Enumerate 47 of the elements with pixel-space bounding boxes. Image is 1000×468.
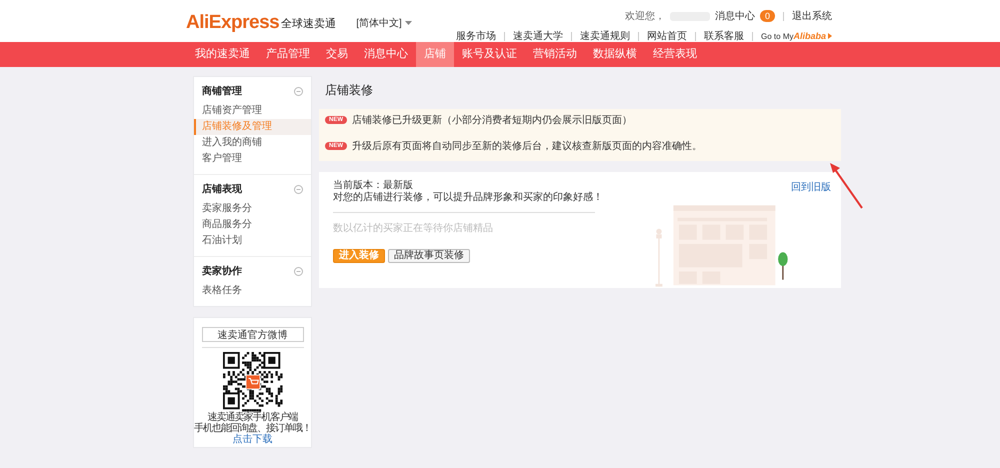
collapse-icon[interactable] — [294, 184, 303, 194]
logout-link[interactable]: 退出系统 — [792, 9, 832, 23]
sidebar-item[interactable]: 表格任务 — [194, 283, 311, 299]
sidebar-item[interactable]: 石油计划 — [194, 233, 311, 249]
version-text: 当前版本：最新版 — [333, 180, 414, 192]
sidebar-item[interactable]: 进入我的商铺 — [194, 135, 311, 151]
nav-tab[interactable]: 数据纵横 — [585, 42, 645, 67]
header-link[interactable]: 速卖通规则 — [580, 29, 630, 43]
collapse-icon[interactable] — [294, 86, 303, 96]
caret-icon — [404, 21, 412, 25]
weibo-button[interactable]: 速卖通官方微博 — [202, 327, 304, 342]
sidebar-item[interactable]: 客户管理 — [194, 151, 311, 167]
nav-tab[interactable]: 我的速卖通 — [187, 42, 258, 67]
welcome-text: 欢迎您， — [624, 10, 665, 23]
notice-text: 升级后原有页面将自动同步至新的装修后台，建议核查新版页面的内容准确性。 — [352, 140, 702, 153]
sidebar-item[interactable]: 卖家服务分 — [194, 201, 311, 217]
messages-link[interactable]: 消息中心 — [714, 9, 755, 23]
promo-text: 速卖通卖家手机客户端 — [208, 412, 298, 423]
collapse-icon[interactable] — [294, 266, 303, 276]
menu-group-title: 店铺表现 — [202, 182, 242, 196]
download-link[interactable]: 点击下载 — [232, 434, 272, 445]
nav-tab[interactable]: 营销活动 — [525, 42, 585, 67]
logo-subtitle: 全球速卖通 — [281, 16, 336, 30]
message-count: 0 — [760, 10, 775, 22]
nav-tab[interactable]: 产品管理 — [258, 42, 318, 67]
promo-text: 手机也能回询盘、接订单哦！ — [194, 423, 311, 434]
tagline-text: 数以亿计的买家正在等待你店铺精品 — [333, 222, 494, 235]
nav-tab[interactable]: 经营表现 — [645, 42, 705, 67]
language-selector[interactable]: [简体中文] — [356, 16, 412, 30]
header-link[interactable]: 服务市场 — [456, 29, 496, 43]
sidebar-item[interactable]: 店铺资产管理 — [194, 103, 311, 119]
header-link[interactable]: 联系客服 — [704, 29, 744, 43]
header-link[interactable]: 速卖通大学 — [513, 29, 564, 43]
caret-icon — [828, 33, 832, 39]
nav-tab[interactable]: 账号及认证 — [454, 42, 525, 67]
page-title: 店铺装修 — [325, 82, 374, 99]
brand-story-button[interactable]: 品牌故事页装修 — [388, 249, 470, 263]
notice-text: 店铺装修已升级更新（小部分消费者短期内仍会展示旧版页面） — [352, 114, 632, 127]
sidebar-item[interactable]: 商品服务分 — [194, 217, 311, 233]
nav-tab[interactable]: 消息中心 — [356, 42, 416, 67]
header-link[interactable]: 网站首页 — [647, 29, 688, 43]
nav-tab[interactable]: 交易 — [318, 42, 356, 67]
old-version-link[interactable]: 回到旧版 — [791, 180, 831, 194]
menu-group-title: 商铺管理 — [202, 84, 242, 98]
qr-code — [222, 352, 282, 412]
alibaba-link[interactable]: Go to MyAlibaba — [761, 31, 832, 41]
menu-group-title: 卖家协作 — [202, 264, 242, 278]
